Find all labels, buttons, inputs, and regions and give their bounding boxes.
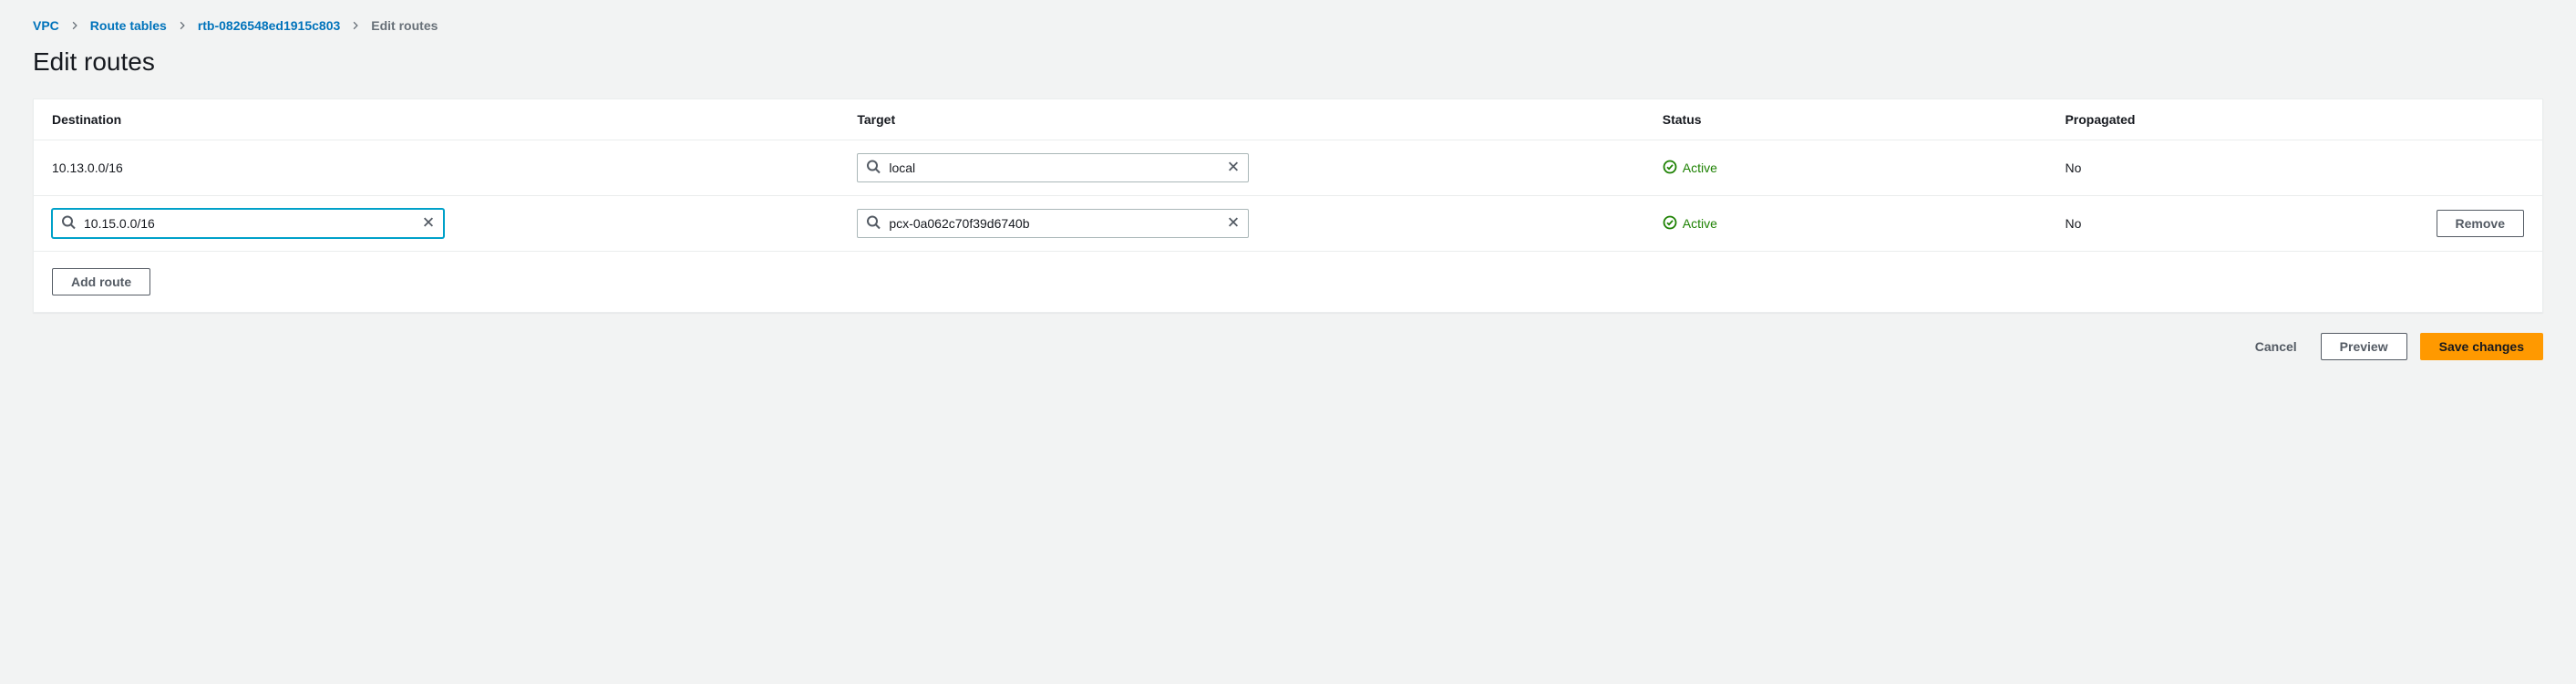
check-circle-icon — [1663, 215, 1677, 233]
col-header-target: Target — [857, 112, 1662, 127]
add-route-row: Add route — [34, 252, 2542, 312]
col-header-propagated: Propagated — [2065, 112, 2346, 127]
clear-target-button[interactable] — [1223, 212, 1243, 235]
cell-target — [857, 209, 1662, 238]
save-changes-button[interactable]: Save changes — [2420, 333, 2543, 360]
routes-panel: Destination Target Status Propagated 10.… — [33, 98, 2543, 313]
target-input-wrapper — [857, 209, 1249, 238]
col-header-status: Status — [1663, 112, 2066, 127]
page-title: Edit routes — [33, 47, 2543, 77]
breadcrumb-link-vpc[interactable]: VPC — [33, 18, 59, 33]
routes-header-row: Destination Target Status Propagated — [34, 99, 2542, 140]
add-route-button[interactable]: Add route — [52, 268, 150, 295]
footer-actions: Cancel Preview Save changes — [33, 333, 2543, 360]
status-text: Active — [1683, 161, 1717, 175]
cell-destination — [52, 209, 857, 238]
destination-input[interactable] — [52, 209, 444, 238]
cancel-button[interactable]: Cancel — [2244, 334, 2308, 359]
cell-status: Active — [1663, 160, 2066, 177]
chevron-right-icon — [351, 21, 360, 30]
target-input[interactable] — [857, 153, 1249, 182]
target-input[interactable] — [857, 209, 1249, 238]
breadcrumb-current: Edit routes — [371, 18, 438, 33]
propagated-text: No — [2065, 161, 2081, 175]
breadcrumb-link-route-tables[interactable]: Route tables — [90, 18, 167, 33]
status-badge: Active — [1663, 160, 1717, 177]
col-header-destination: Destination — [52, 112, 857, 127]
chevron-right-icon — [70, 21, 79, 30]
routes-table: Destination Target Status Propagated 10.… — [34, 99, 2542, 312]
destination-text: 10.13.0.0/16 — [52, 161, 123, 175]
close-icon — [422, 216, 435, 232]
cell-destination: 10.13.0.0/16 — [52, 161, 857, 175]
preview-button[interactable]: Preview — [2321, 333, 2407, 360]
cell-actions: Remove — [2347, 210, 2524, 237]
close-icon — [1227, 216, 1240, 232]
check-circle-icon — [1663, 160, 1677, 177]
destination-input-wrapper — [52, 209, 444, 238]
cell-status: Active — [1663, 215, 2066, 233]
clear-destination-button[interactable] — [418, 212, 438, 235]
chevron-right-icon — [178, 21, 187, 30]
breadcrumb: VPC Route tables rtb-0826548ed1915c803 E… — [33, 18, 2543, 33]
status-badge: Active — [1663, 215, 1717, 233]
close-icon — [1227, 161, 1240, 176]
breadcrumb-link-rtb[interactable]: rtb-0826548ed1915c803 — [198, 18, 340, 33]
propagated-text: No — [2065, 216, 2081, 231]
cell-propagated: No — [2065, 161, 2346, 175]
status-text: Active — [1683, 216, 1717, 231]
table-row: Active No Remove — [34, 196, 2542, 252]
cell-propagated: No — [2065, 216, 2346, 231]
clear-target-button[interactable] — [1223, 157, 1243, 180]
remove-route-button[interactable]: Remove — [2437, 210, 2524, 237]
table-row: 10.13.0.0/16 — [34, 140, 2542, 196]
target-input-wrapper — [857, 153, 1249, 182]
cell-target — [857, 153, 1662, 182]
